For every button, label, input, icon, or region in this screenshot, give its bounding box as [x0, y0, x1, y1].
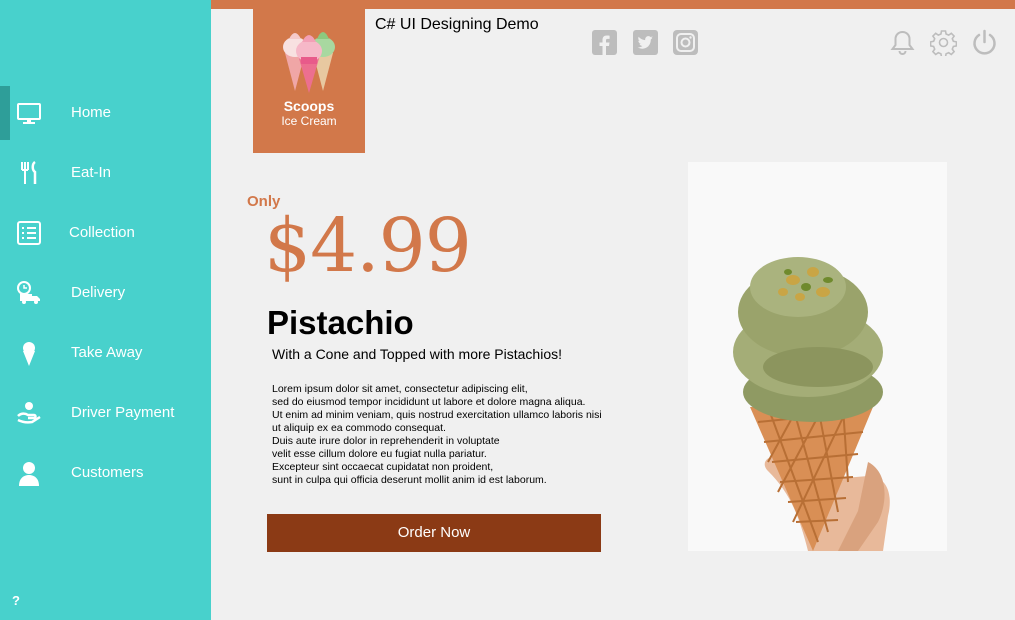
order-now-button[interactable]: Order Now [267, 514, 601, 552]
monitor-icon [17, 103, 41, 124]
instagram-icon[interactable] [673, 30, 698, 55]
sidebar-item-eat-in[interactable]: Eat-In [0, 146, 211, 200]
product-description: Lorem ipsum dolor sit amet, consectetur … [272, 383, 612, 487]
delivery-truck-icon [17, 281, 40, 304]
sidebar-item-collection[interactable]: Collection [0, 206, 211, 260]
fork-knife-icon [21, 160, 37, 184]
product-price: $4.99 [264, 203, 472, 289]
sidebar-item-take-away[interactable]: Take Away [0, 326, 211, 380]
sidebar-item-driver-payment[interactable]: Driver Payment [0, 386, 211, 440]
product-name: Pistachio [267, 304, 414, 341]
description-line: ut aliquip ex ea commodo consequat. [272, 422, 446, 434]
description-line: Duis aute irure dolor in reprehenderit i… [272, 435, 500, 447]
pistachio-cone-image [733, 257, 890, 551]
sidebar-item-label: Delivery [71, 284, 126, 301]
logo-subtitle: Ice Cream [281, 114, 337, 128]
top-accent-bar [211, 0, 1015, 9]
list-icon [17, 221, 41, 245]
description-line: Excepteur sint occaecat cupidatat non pr… [272, 461, 494, 473]
help-button[interactable]: ? [12, 593, 20, 608]
twitter-icon[interactable] [633, 30, 658, 55]
sidebar-item-label: Home [71, 104, 112, 121]
product-tagline: With a Cone and Topped with more Pistach… [272, 346, 563, 362]
description-line: Lorem ipsum dolor sit amet, consectetur … [272, 383, 528, 395]
sidebar-item-home[interactable]: Home [0, 86, 211, 140]
gear-icon[interactable] [930, 29, 957, 56]
sidebar-item-label: Driver Payment [71, 404, 175, 421]
description-line: velit esse cillum dolore eu fugiat nulla… [272, 448, 487, 460]
sidebar-item-customers[interactable]: Customers [0, 446, 211, 500]
user-icon [19, 462, 39, 486]
description-line: sunt in culpa qui officia deserunt molli… [272, 474, 547, 486]
power-icon[interactable] [971, 29, 998, 56]
sidebar-item-label: Take Away [71, 344, 143, 361]
bell-icon[interactable] [889, 29, 916, 56]
sidebar-item-label: Collection [69, 224, 135, 241]
sidebar-item-label: Customers [71, 464, 144, 481]
logo: Scoops Ice Cream [253, 9, 365, 153]
ice-cream-cone-icon [23, 342, 35, 366]
product-photo [688, 162, 947, 551]
description-line: sed do eiusmod tempor incididunt ut labo… [272, 396, 586, 408]
description-line: Ut enim ad minim veniam, quis nostrud ex… [272, 409, 602, 421]
sidebar: Home Eat-In Collection Delivery Take Awa… [0, 0, 211, 620]
facebook-icon[interactable] [592, 30, 617, 55]
app-title: C# UI Designing Demo [375, 16, 539, 33]
hand-money-icon [17, 402, 41, 424]
sidebar-item-delivery[interactable]: Delivery [0, 266, 211, 320]
ice-cream-logo-icon [283, 32, 335, 93]
sidebar-item-label: Eat-In [71, 164, 112, 181]
logo-brand: Scoops [283, 98, 335, 114]
